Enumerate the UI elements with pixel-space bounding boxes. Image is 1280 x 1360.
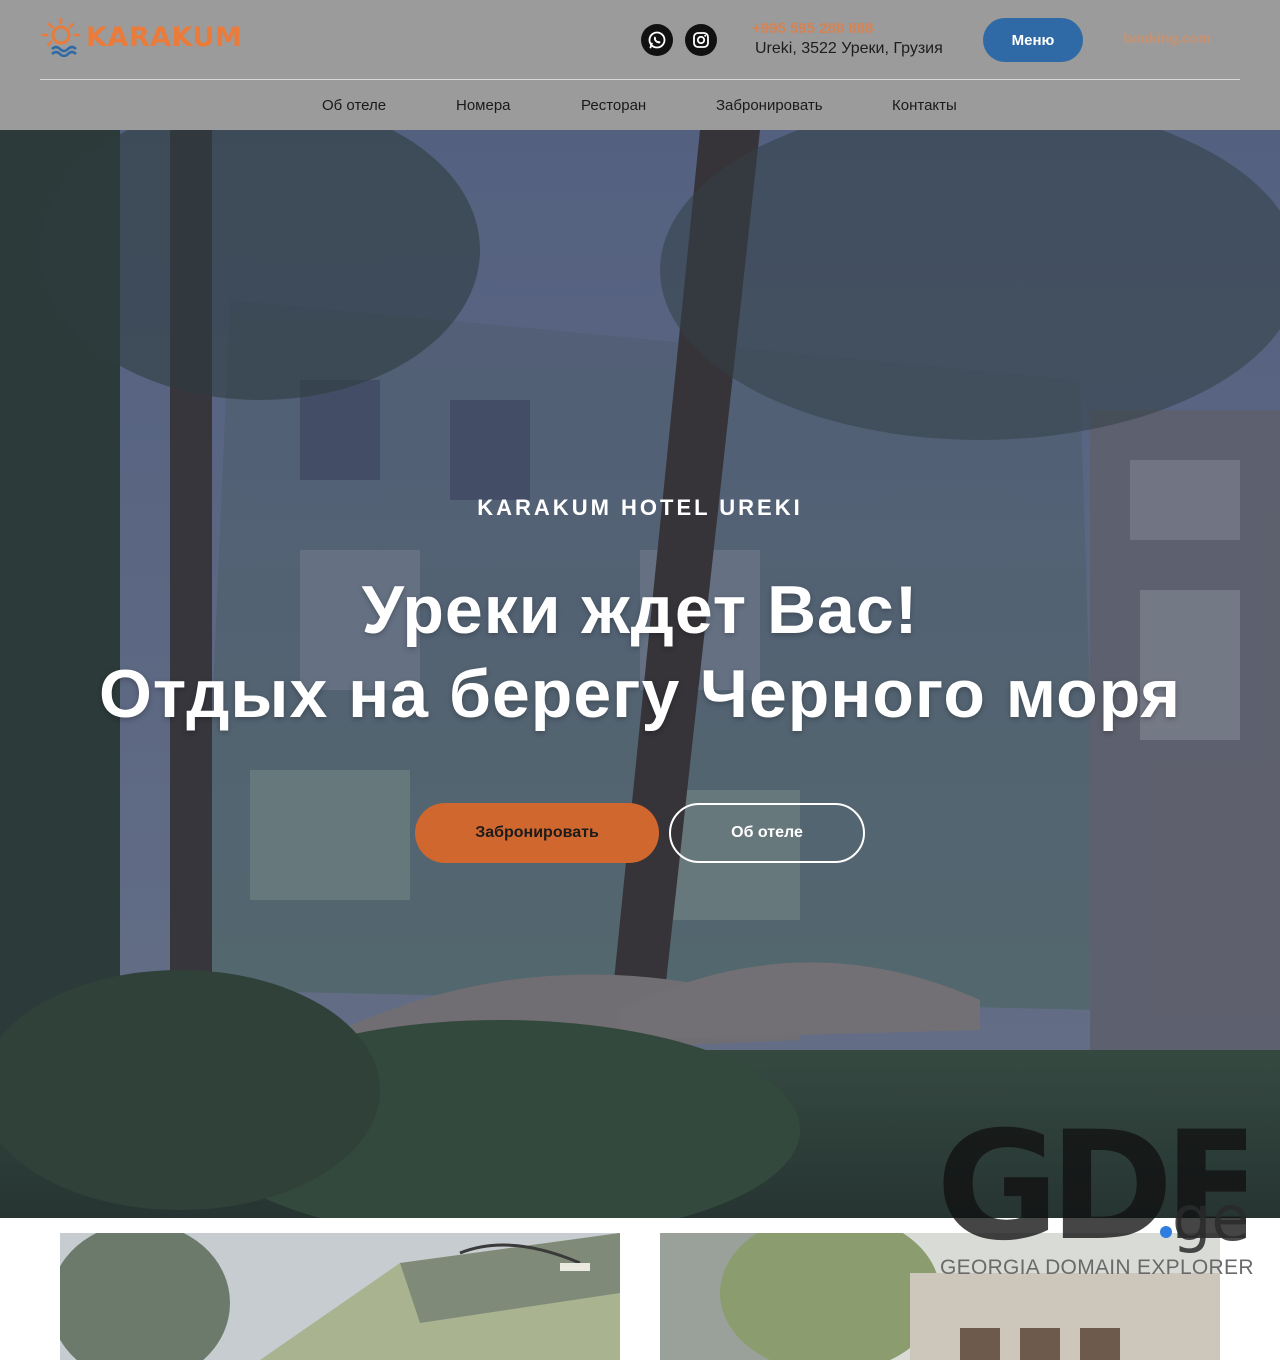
nav-item-about[interactable]: Об отеле bbox=[322, 95, 386, 117]
hero-title-line2: Отдых на берегу Черного моря bbox=[98, 656, 1182, 732]
phone-link[interactable]: +995 595 288 888 bbox=[752, 19, 962, 39]
hero-eyebrow: KARAKUM HOTEL UREKI bbox=[477, 495, 803, 520]
hero-title: Уреки ждет Вас! Отдых на берегу Черного … bbox=[0, 568, 1280, 736]
karakum-logo[interactable]: KARAKUM bbox=[38, 16, 244, 58]
menu-button[interactable]: Меню bbox=[983, 18, 1083, 62]
gallery-photo-left[interactable] bbox=[60, 1233, 620, 1360]
header-divider bbox=[40, 79, 1240, 80]
hero-section: KARAKUM HOTEL UREKI Уреки ждет Вас! Отды… bbox=[0, 130, 1280, 1218]
book-button[interactable]: Забронировать bbox=[415, 803, 659, 863]
about-button[interactable]: Об отеле bbox=[669, 803, 865, 863]
contact-info: +995 595 288 888 Ureki, 3522 Уреки, Груз… bbox=[752, 19, 962, 59]
nav-item-contacts[interactable]: Контакты bbox=[892, 95, 957, 117]
nav-item-rooms[interactable]: Номера bbox=[456, 95, 511, 117]
booking-link[interactable]: booking.com bbox=[1108, 30, 1226, 46]
nav-item-booking[interactable]: Забронировать bbox=[716, 95, 823, 117]
logo-text: KARAKUM bbox=[86, 21, 243, 53]
sun-waves-icon bbox=[41, 17, 81, 57]
site-header: KARAKUM +995 595 288 888 Ureki, 3522 Уре… bbox=[0, 0, 1280, 130]
whatsapp-icon bbox=[648, 31, 666, 49]
nav-item-restaurant[interactable]: Ресторан bbox=[581, 95, 646, 117]
hero-title-line1: Уреки ждет Вас! bbox=[361, 572, 919, 648]
instagram-icon bbox=[693, 32, 709, 48]
instagram-link[interactable] bbox=[685, 24, 717, 56]
watermark-tagline: GEORGIA DOMAIN EXPLORER bbox=[940, 1256, 1254, 1279]
main-nav: Об отеле Номера Ресторан Забронировать К… bbox=[0, 95, 1280, 117]
hotel-facade-photo bbox=[660, 1233, 1220, 1360]
hotel-balcony-photo bbox=[60, 1233, 620, 1360]
gallery-photo-right[interactable] bbox=[660, 1233, 1220, 1360]
address-text: Ureki, 3522 Уреки, Грузия bbox=[755, 40, 943, 57]
whatsapp-link[interactable] bbox=[641, 24, 673, 56]
